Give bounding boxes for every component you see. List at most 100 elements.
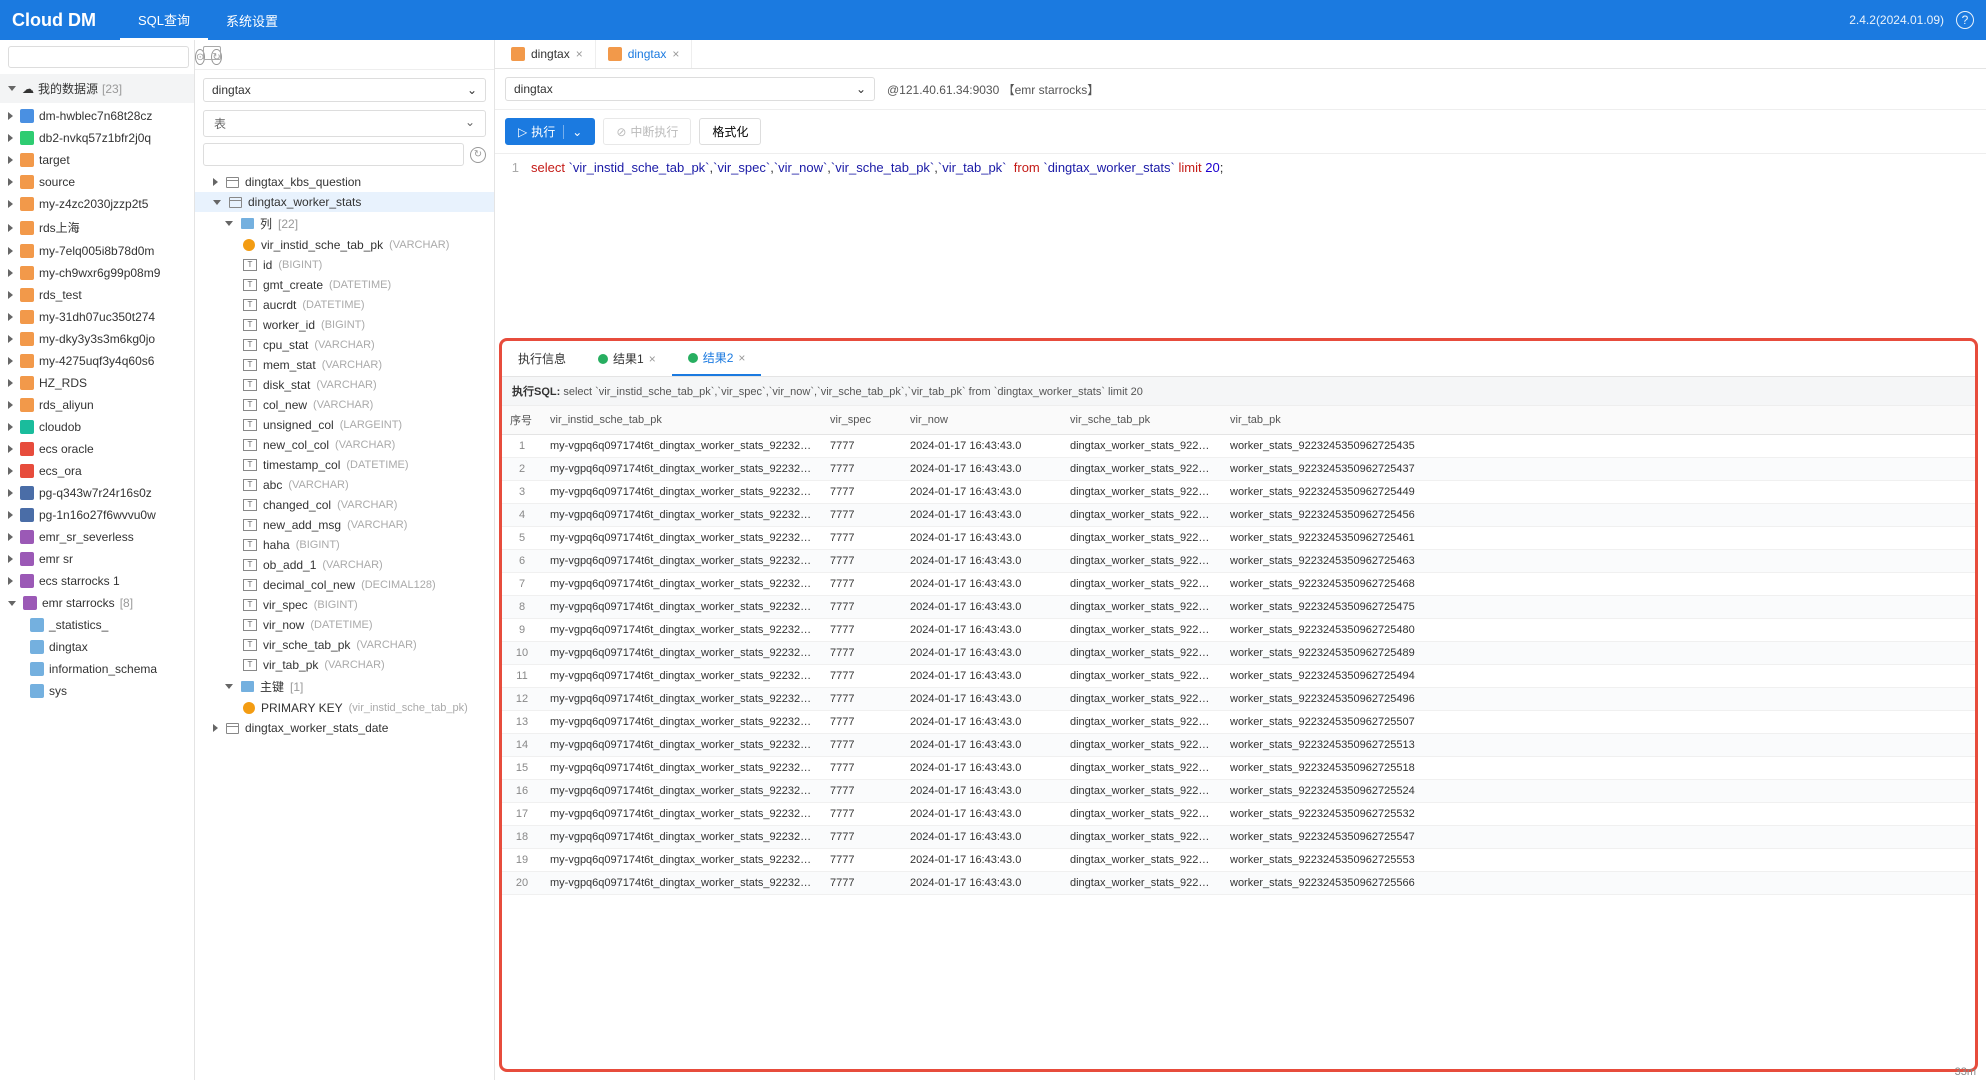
result-table-wrap[interactable]: 序号vir_instid_sche_tab_pkvir_specvir_nowv… (502, 406, 1975, 1069)
table-row[interactable]: 15my-vgpq6q097174t6t_dingtax_worker_stat… (502, 757, 1975, 780)
datasource-item[interactable]: pg-1n16o27f6wvvu0w (0, 504, 194, 526)
run-button[interactable]: ▷ 执行 ⌄ (505, 118, 595, 145)
close-icon[interactable]: × (649, 352, 656, 366)
datasource-item[interactable]: db2-nvkq57z1bfr2j0q (0, 127, 194, 149)
column-item[interactable]: Tcol_new (VARCHAR) (195, 395, 494, 415)
help-icon[interactable]: ? (1956, 11, 1974, 29)
datasource-item[interactable]: emr_sr_severless (0, 526, 194, 548)
schema-item[interactable]: _statistics_ (0, 614, 194, 636)
left-search-input[interactable] (8, 46, 189, 68)
column-group[interactable]: 列[22] (195, 212, 494, 235)
column-item[interactable]: Tid (BIGINT) (195, 255, 494, 275)
table-row[interactable]: 16my-vgpq6q097174t6t_dingtax_worker_stat… (502, 780, 1975, 803)
table-row[interactable]: 14my-vgpq6q097174t6t_dingtax_worker_stat… (502, 734, 1975, 757)
datasource-item[interactable]: my-z4zc2030jzzp2t5 (0, 193, 194, 215)
layout-icon[interactable] (203, 46, 221, 60)
column-item[interactable]: Tmem_stat (VARCHAR) (195, 355, 494, 375)
table-row[interactable]: 3my-vgpq6q097174t6t_dingtax_worker_stats… (502, 481, 1975, 504)
close-icon[interactable]: × (672, 47, 679, 61)
table-category-label[interactable]: 表 ⌄ (203, 110, 486, 137)
column-item[interactable]: Tvir_now (DATETIME) (195, 615, 494, 635)
datasource-item[interactable]: source (0, 171, 194, 193)
column-item[interactable]: Tchanged_col (VARCHAR) (195, 495, 494, 515)
editor-tab[interactable]: dingtax × (596, 40, 693, 68)
column-item[interactable]: Tunsigned_col (LARGEINT) (195, 415, 494, 435)
result-tab[interactable]: 结果2 × (672, 341, 762, 376)
column-header[interactable]: vir_now (902, 406, 1062, 435)
column-item[interactable]: Thaha (BIGINT) (195, 535, 494, 555)
pk-group[interactable]: 主键[1] (195, 675, 494, 698)
interrupt-button[interactable]: ⊘ 中断执行 (603, 118, 691, 145)
format-button[interactable]: 格式化 (699, 118, 761, 145)
table-row[interactable]: 6my-vgpq6q097174t6t_dingtax_worker_stats… (502, 550, 1975, 573)
column-header[interactable]: 序号 (502, 406, 542, 435)
datasource-item[interactable]: rds上海 (0, 215, 194, 240)
table-row[interactable]: 9my-vgpq6q097174t6t_dingtax_worker_stats… (502, 619, 1975, 642)
close-icon[interactable]: × (738, 351, 745, 365)
column-item[interactable]: Tcpu_stat (VARCHAR) (195, 335, 494, 355)
column-header[interactable]: vir_spec (822, 406, 902, 435)
table-row[interactable]: 1my-vgpq6q097174t6t_dingtax_worker_stats… (502, 435, 1975, 458)
close-icon[interactable]: × (576, 47, 583, 61)
table-item[interactable]: dingtax_worker_stats (195, 192, 494, 212)
datasource-item[interactable]: my-ch9wxr6g99p08m9 (0, 262, 194, 284)
datasource-item[interactable]: my-4275uqf3y4q60s6 (0, 350, 194, 372)
datasource-item[interactable]: rds_aliyun (0, 394, 194, 416)
table-row[interactable]: 18my-vgpq6q097174t6t_dingtax_worker_stat… (502, 826, 1975, 849)
column-item[interactable]: Tvir_spec (BIGINT) (195, 595, 494, 615)
datasource-item[interactable]: emr sr (0, 548, 194, 570)
table-row[interactable]: 17my-vgpq6q097174t6t_dingtax_worker_stat… (502, 803, 1975, 826)
column-item[interactable]: Ttimestamp_col (DATETIME) (195, 455, 494, 475)
column-item[interactable]: Tvir_tab_pk (VARCHAR) (195, 655, 494, 675)
datasource-header[interactable]: ☁ 我的数据源 [23] (0, 74, 194, 103)
table-search-input[interactable] (203, 143, 464, 166)
datasource-item-expanded[interactable]: emr starrocks[8] (0, 592, 194, 614)
table-row[interactable]: 13my-vgpq6q097174t6t_dingtax_worker_stat… (502, 711, 1975, 734)
column-header[interactable]: vir_instid_sche_tab_pk (542, 406, 822, 435)
result-tab[interactable]: 结果1 × (582, 341, 672, 376)
datasource-item[interactable]: HZ_RDS (0, 372, 194, 394)
column-item[interactable]: Tgmt_create (DATETIME) (195, 275, 494, 295)
column-item[interactable]: Tnew_add_msg (VARCHAR) (195, 515, 494, 535)
nav-sql-query[interactable]: SQL查询 (120, 0, 208, 40)
column-item[interactable]: Tvir_sche_tab_pk (VARCHAR) (195, 635, 494, 655)
column-item[interactable]: Tob_add_1 (VARCHAR) (195, 555, 494, 575)
datasource-item[interactable]: ecs oracle (0, 438, 194, 460)
table-row[interactable]: 2my-vgpq6q097174t6t_dingtax_worker_stats… (502, 458, 1975, 481)
column-item[interactable]: Tworker_id (BIGINT) (195, 315, 494, 335)
datasource-item[interactable]: dm-hwblec7n68t28cz (0, 105, 194, 127)
connection-db-select[interactable]: dingtax ⌄ (505, 77, 875, 101)
datasource-item[interactable]: cloudob (0, 416, 194, 438)
datasource-item[interactable]: my-dky3y3s3m6kg0jo (0, 328, 194, 350)
column-item[interactable]: Tdecimal_col_new (DECIMAL128) (195, 575, 494, 595)
pk-item[interactable]: PRIMARY KEY (vir_instid_sche_tab_pk) (195, 698, 494, 718)
table-row[interactable]: 7my-vgpq6q097174t6t_dingtax_worker_stats… (502, 573, 1975, 596)
result-tab[interactable]: 执行信息 (502, 341, 582, 376)
column-item[interactable]: Tabc (VARCHAR) (195, 475, 494, 495)
nav-system-settings[interactable]: 系统设置 (208, 0, 296, 40)
datasource-item[interactable]: ecs_ora (0, 460, 194, 482)
table-item[interactable]: dingtax_worker_stats_date (195, 718, 494, 738)
column-item[interactable]: vir_instid_sche_tab_pk (VARCHAR) (195, 235, 494, 255)
column-item[interactable]: Tnew_col_col (VARCHAR) (195, 435, 494, 455)
datasource-item[interactable]: rds_test (0, 284, 194, 306)
column-header[interactable]: vir_tab_pk (1222, 406, 1975, 435)
column-header[interactable]: vir_sche_tab_pk (1062, 406, 1222, 435)
sql-editor[interactable]: 1 select `vir_instid_sche_tab_pk`,`vir_s… (495, 154, 1986, 334)
table-row[interactable]: 4my-vgpq6q097174t6t_dingtax_worker_stats… (502, 504, 1975, 527)
refresh-icon[interactable]: ↻ (470, 147, 486, 163)
editor-tab[interactable]: dingtax × (499, 40, 596, 68)
schema-item[interactable]: dingtax (0, 636, 194, 658)
schema-item[interactable]: sys (0, 680, 194, 702)
table-row[interactable]: 20my-vgpq6q097174t6t_dingtax_worker_stat… (502, 872, 1975, 895)
datasource-item[interactable]: ecs starrocks 1 (0, 570, 194, 592)
database-select[interactable]: dingtax ⌄ (203, 78, 486, 102)
datasource-item[interactable]: pg-q343w7r24r16s0z (0, 482, 194, 504)
table-row[interactable]: 10my-vgpq6q097174t6t_dingtax_worker_stat… (502, 642, 1975, 665)
column-item[interactable]: Taucrdt (DATETIME) (195, 295, 494, 315)
table-row[interactable]: 8my-vgpq6q097174t6t_dingtax_worker_stats… (502, 596, 1975, 619)
schema-item[interactable]: information_schema (0, 658, 194, 680)
table-item[interactable]: dingtax_kbs_question (195, 172, 494, 192)
table-row[interactable]: 11my-vgpq6q097174t6t_dingtax_worker_stat… (502, 665, 1975, 688)
table-row[interactable]: 12my-vgpq6q097174t6t_dingtax_worker_stat… (502, 688, 1975, 711)
